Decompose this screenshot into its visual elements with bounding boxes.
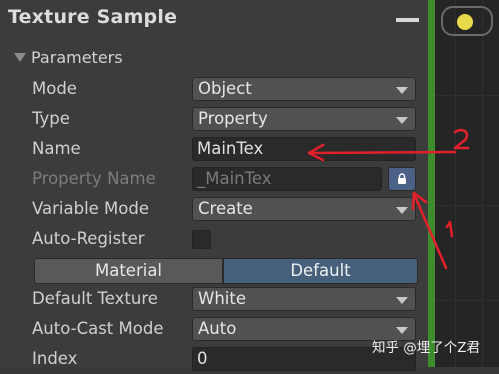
watermark-text: 知乎 @埋了个Z君 [372, 340, 481, 356]
annotation-overlay [307, 128, 470, 270]
annotation-arrow-1 [412, 192, 448, 270]
annotation-number-1 [445, 220, 454, 238]
annotation-arrow-2 [308, 150, 457, 155]
annotation-number-2 [453, 128, 470, 150]
